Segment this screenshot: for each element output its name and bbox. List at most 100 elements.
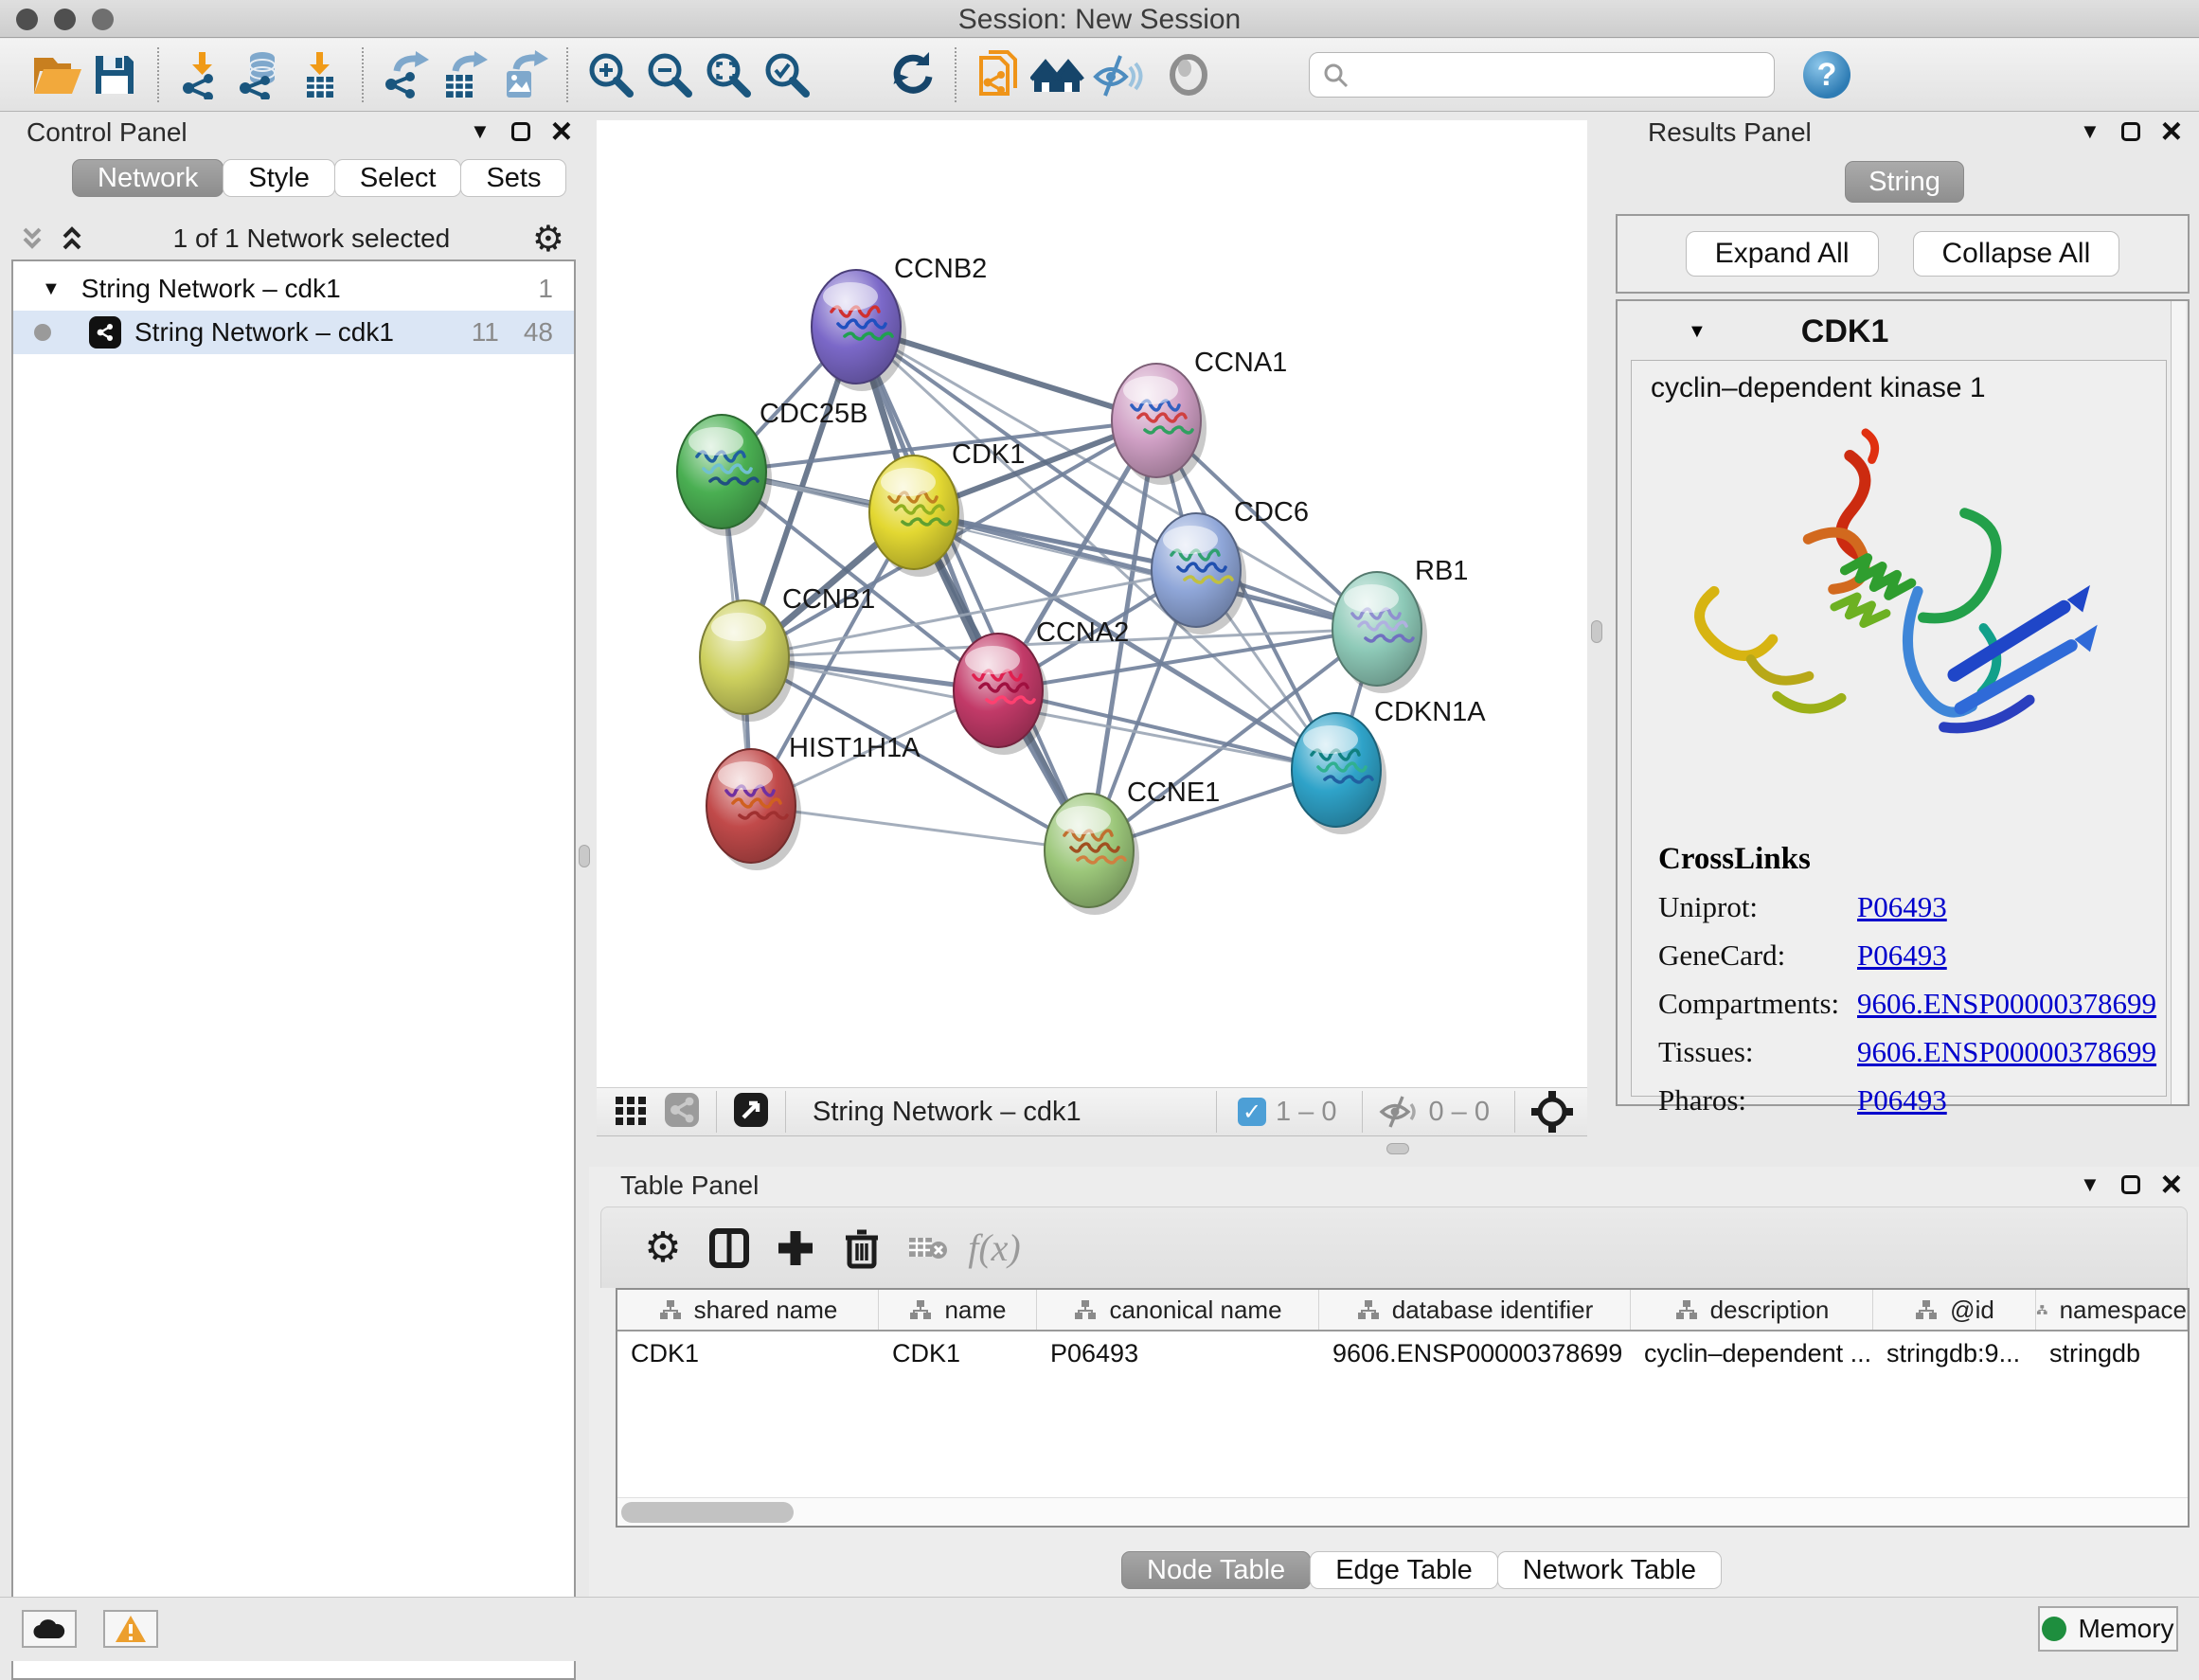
zoom-in-icon[interactable] [581, 45, 640, 104]
birds-eye-view-icon[interactable] [1530, 1090, 1574, 1134]
grid-view-icon[interactable] [612, 1091, 650, 1134]
table-cell[interactable]: cyclin–dependent ... [1631, 1331, 1873, 1375]
open-in-window-icon[interactable] [732, 1091, 770, 1134]
table-options-gear-icon[interactable]: ⚙ [630, 1220, 696, 1277]
network-collection-row[interactable]: ▼ String Network – cdk1 1 [13, 267, 574, 311]
gene-expander-icon[interactable]: ▼ [1688, 321, 1707, 343]
table-cell[interactable]: CDK1 [879, 1331, 1037, 1375]
network-node-ccnb2[interactable]: CCNB2 [812, 254, 987, 391]
column-header-description[interactable]: description [1631, 1290, 1873, 1330]
panel-float-icon[interactable] [2121, 122, 2140, 141]
crosslink-uniprot-link[interactable]: P06493 [1857, 890, 1947, 924]
column-header-namespace[interactable]: namespace [2036, 1290, 2188, 1330]
vertical-splitter-handle[interactable] [1591, 620, 1602, 643]
network-edge[interactable] [856, 327, 1089, 850]
hide-selected-icon[interactable] [1087, 45, 1146, 104]
network-node-cdc6[interactable]: CDC6 [1152, 497, 1309, 634]
home-pages-icon[interactable] [1028, 45, 1087, 104]
collapse-tree-icon[interactable] [57, 223, 91, 254]
network-row[interactable]: String Network – cdk1 11 48 [13, 311, 574, 354]
string-import-icon[interactable] [970, 45, 1028, 104]
help-icon[interactable]: ? [1803, 51, 1850, 98]
apply-layout-icon[interactable] [883, 45, 941, 104]
tab-network[interactable]: Network [72, 159, 223, 197]
export-image-icon[interactable] [494, 45, 553, 104]
network-node-cdkn1a[interactable]: CDKN1A [1292, 697, 1486, 834]
network-options-gear-icon[interactable]: ⚙ [532, 218, 564, 260]
crosslink-tissues-link[interactable]: 9606.ENSP00000378699 [1857, 1035, 2156, 1069]
expand-all-button[interactable]: Expand All [1686, 231, 1879, 277]
crosslink-genecard-link[interactable]: P06493 [1857, 938, 1947, 973]
panel-float-icon[interactable] [2121, 1175, 2140, 1194]
selected-nodes-checkbox[interactable]: ✓ [1238, 1098, 1266, 1126]
crosslink-compartments-link[interactable]: 9606.ENSP00000378699 [1857, 987, 2156, 1021]
memory-button[interactable]: Memory [2038, 1606, 2178, 1652]
warnings-button[interactable] [103, 1610, 158, 1648]
tab-select[interactable]: Select [334, 159, 462, 197]
preview-icon[interactable] [1159, 45, 1218, 104]
network-badge-icon[interactable] [663, 1091, 701, 1134]
cloud-status-button[interactable] [22, 1610, 77, 1648]
panel-menu-icon[interactable]: ▼ [2080, 121, 2101, 142]
column-header-canonical-name[interactable]: canonical name [1037, 1290, 1319, 1330]
delete-column-icon[interactable] [829, 1220, 895, 1277]
hidden-eye-icon[interactable] [1378, 1095, 1420, 1129]
panel-close-icon[interactable]: × [551, 119, 572, 145]
scrollbar-thumb[interactable] [621, 1502, 794, 1523]
zoom-selected-icon[interactable] [758, 45, 816, 104]
import-network-database-icon[interactable] [231, 45, 290, 104]
panel-float-icon[interactable] [511, 122, 530, 141]
network-canvas[interactable]: CCNB2CCNA1CDC25BCDK1CDC6RB1CCNB1CCNA2CDK… [597, 120, 1587, 1087]
tab-network-table[interactable]: Network Table [1497, 1551, 1722, 1589]
delete-table-icon[interactable] [895, 1220, 961, 1277]
results-scrollbar[interactable] [2171, 301, 2186, 1104]
panel-close-icon[interactable]: × [2161, 1172, 2182, 1198]
title-bar: Session: New Session [0, 0, 2199, 38]
add-column-icon[interactable] [762, 1220, 829, 1277]
open-session-icon[interactable] [27, 45, 85, 104]
export-table-icon[interactable] [436, 45, 494, 104]
export-network-icon[interactable] [377, 45, 436, 104]
network-node-ccna1[interactable]: CCNA1 [1112, 348, 1287, 485]
table-horizontal-scrollbar[interactable] [617, 1497, 2188, 1526]
column-header-database-identifier[interactable]: database identifier [1319, 1290, 1631, 1330]
tab-sets[interactable]: Sets [460, 159, 566, 197]
network-node-ccna2[interactable]: CCNA2 [954, 617, 1129, 755]
table-cell[interactable]: P06493 [1037, 1331, 1319, 1375]
panel-menu-icon[interactable]: ▼ [2080, 1174, 2101, 1195]
crosslink-pharos-link[interactable]: P06493 [1857, 1083, 1947, 1117]
table-cell[interactable]: stringdb:9... [1873, 1331, 2036, 1375]
network-edge[interactable] [751, 806, 1089, 850]
vertical-splitter-handle[interactable] [579, 845, 590, 867]
network-node-ccne1[interactable]: CCNE1 [1045, 777, 1220, 915]
zoom-out-icon[interactable] [640, 45, 699, 104]
column-header-shared-name[interactable]: shared name [617, 1290, 879, 1330]
import-table-file-icon[interactable] [290, 45, 349, 104]
table-row[interactable]: CDK1CDK1P064939606.ENSP00000378699cyclin… [617, 1331, 2188, 1375]
show-columns-icon[interactable] [696, 1220, 762, 1277]
column-header-name[interactable]: name [879, 1290, 1037, 1330]
table-cell[interactable]: CDK1 [617, 1331, 879, 1375]
tab-style[interactable]: Style [223, 159, 334, 197]
table-cell[interactable]: 9606.ENSP00000378699 [1319, 1331, 1631, 1375]
collapse-all-button[interactable]: Collapse All [1913, 231, 2120, 277]
table-cell[interactable]: stringdb [2036, 1331, 2188, 1375]
expand-tree-icon[interactable] [17, 223, 51, 254]
tree-expander-icon[interactable]: ▼ [42, 278, 61, 300]
import-network-file-icon[interactable] [172, 45, 231, 104]
tab-edge-table[interactable]: Edge Table [1310, 1551, 1498, 1589]
window-title: Session: New Session [0, 4, 2199, 36]
zoom-fit-icon[interactable] [699, 45, 758, 104]
panel-menu-icon[interactable]: ▼ [470, 121, 491, 142]
gene-section-header[interactable]: ▼ CDK1 [1618, 309, 2172, 354]
tab-string[interactable]: String [1845, 161, 1964, 203]
search-input[interactable] [1309, 52, 1775, 98]
save-session-icon[interactable] [85, 45, 144, 104]
column-header--id[interactable]: @id [1873, 1290, 2036, 1330]
panel-close-icon[interactable]: × [2161, 119, 2182, 145]
network-node-rb1[interactable]: RB1 [1332, 556, 1468, 693]
network-node-hist1h1a[interactable]: HIST1H1A [706, 733, 921, 870]
function-builder-icon[interactable]: f(x) [961, 1220, 1028, 1277]
horizontal-splitter-handle[interactable] [1386, 1143, 1409, 1154]
tab-node-table[interactable]: Node Table [1121, 1551, 1311, 1589]
